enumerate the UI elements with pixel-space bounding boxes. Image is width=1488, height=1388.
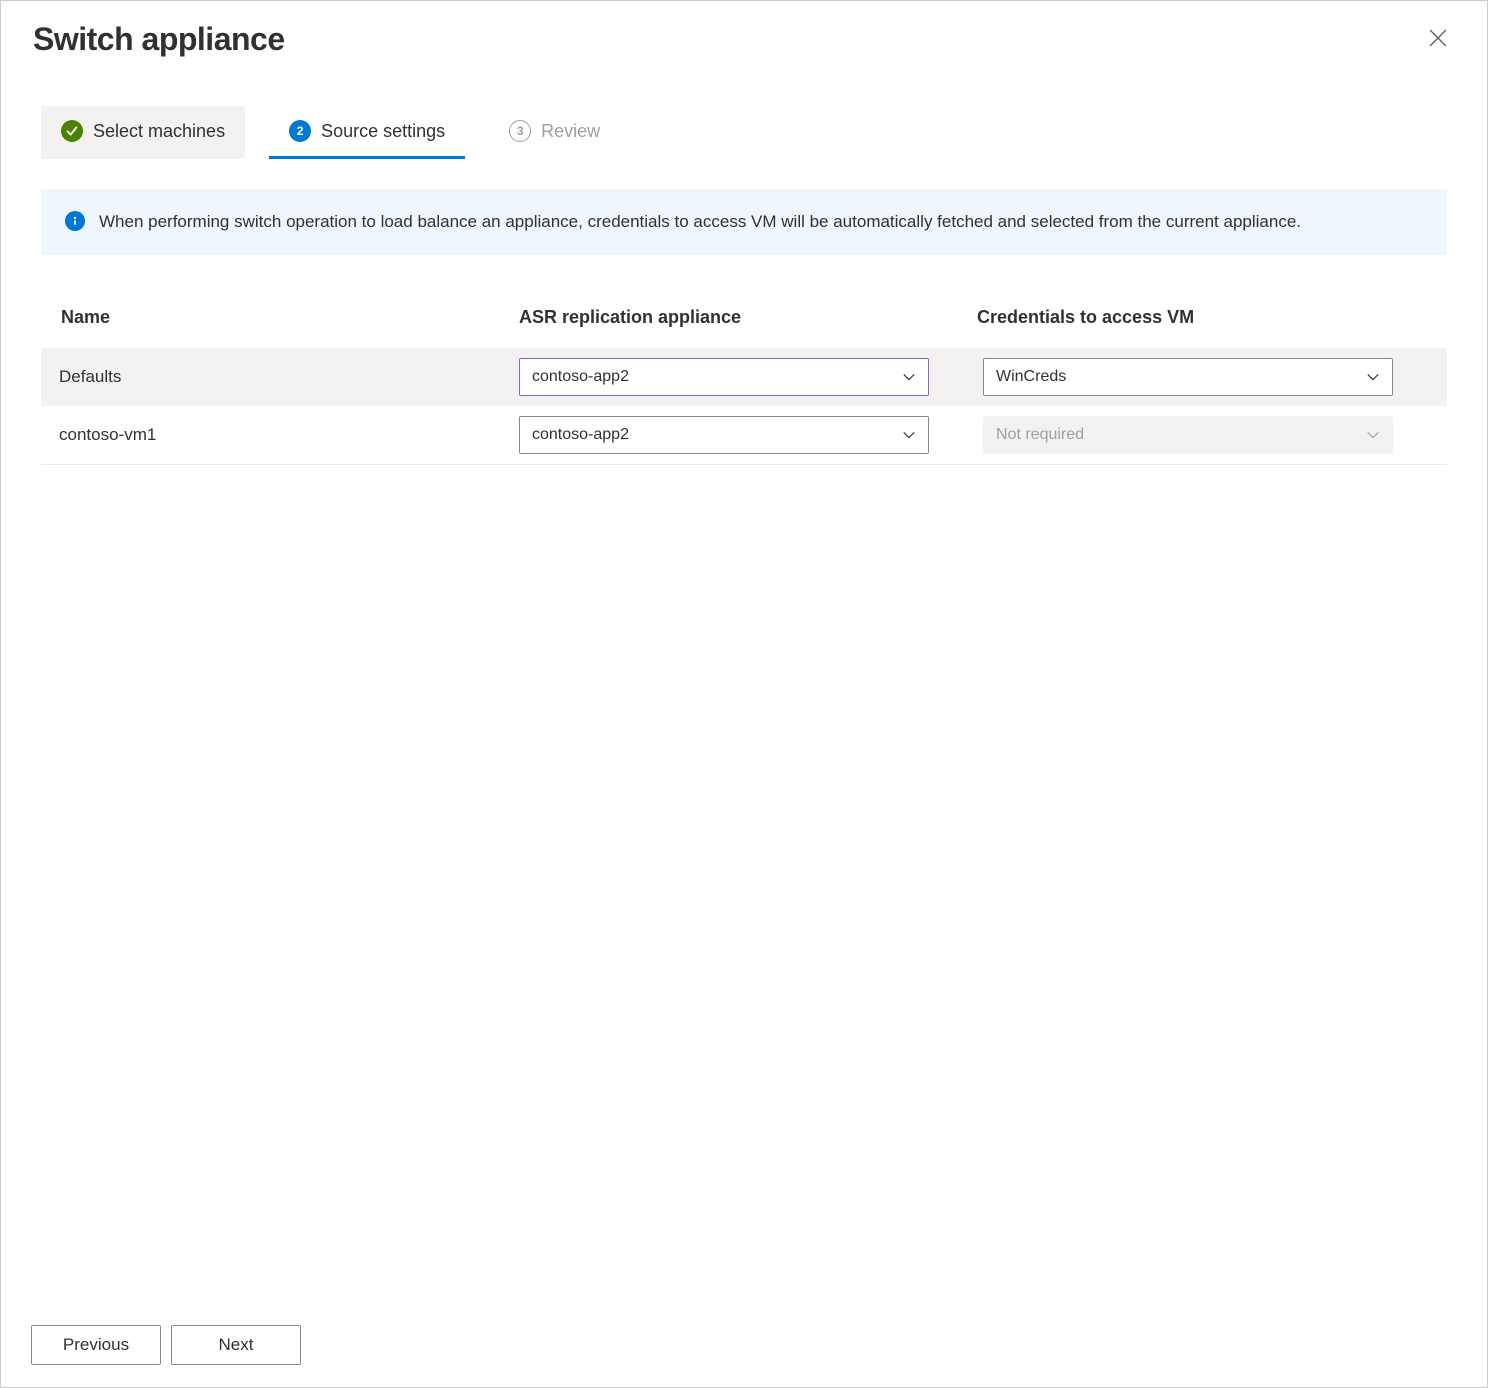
info-banner-text: When performing switch operation to load… xyxy=(99,209,1301,235)
step-label: Select machines xyxy=(93,121,225,142)
wizard-steps: Select machines 2 Source settings 3 Revi… xyxy=(41,106,1447,159)
info-icon xyxy=(65,211,85,231)
previous-button[interactable]: Previous xyxy=(31,1325,161,1365)
chevron-down-icon xyxy=(1366,370,1380,384)
step-label: Source settings xyxy=(321,121,445,142)
table-header-row: Name ASR replication appliance Credentia… xyxy=(41,295,1447,348)
content-area: Select machines 2 Source settings 3 Revi… xyxy=(1,66,1487,1309)
chevron-down-icon xyxy=(902,370,916,384)
config-table: Name ASR replication appliance Credentia… xyxy=(41,295,1447,465)
chevron-down-icon xyxy=(1366,428,1380,442)
switch-appliance-panel: Switch appliance Select machines 2 Sourc… xyxy=(0,0,1488,1388)
info-banner: When performing switch operation to load… xyxy=(41,189,1447,255)
checkmark-icon xyxy=(61,120,83,142)
table-row: contoso-vm1 contoso-app2 Not required xyxy=(41,406,1447,465)
credentials-dropdown[interactable]: WinCreds xyxy=(983,358,1393,396)
step-select-machines[interactable]: Select machines xyxy=(41,106,245,159)
dropdown-value: WinCreds xyxy=(996,368,1066,386)
close-button[interactable] xyxy=(1421,21,1455,55)
credentials-dropdown-disabled: Not required xyxy=(983,416,1393,454)
col-header-name: Name xyxy=(61,307,511,328)
dropdown-value: contoso-app2 xyxy=(532,368,629,386)
appliance-dropdown[interactable]: contoso-app2 xyxy=(519,416,929,454)
appliance-dropdown[interactable]: contoso-app2 xyxy=(519,358,929,396)
step-review[interactable]: 3 Review xyxy=(489,106,620,159)
panel-header: Switch appliance xyxy=(1,1,1487,66)
table-row-defaults: Defaults contoso-app2 WinCreds xyxy=(41,348,1447,406)
step-label: Review xyxy=(541,121,600,142)
row-name: Defaults xyxy=(55,367,511,387)
next-button[interactable]: Next xyxy=(171,1325,301,1365)
row-name: contoso-vm1 xyxy=(55,425,511,445)
step-number-icon: 3 xyxy=(509,120,531,142)
dropdown-value: contoso-app2 xyxy=(532,426,629,444)
col-header-credentials: Credentials to access VM xyxy=(977,307,1427,328)
close-icon xyxy=(1429,29,1447,47)
panel-footer: Previous Next xyxy=(1,1309,1487,1387)
page-title: Switch appliance xyxy=(33,21,285,58)
dropdown-value: Not required xyxy=(996,426,1084,444)
col-header-appliance: ASR replication appliance xyxy=(519,307,969,328)
step-number-icon: 2 xyxy=(289,120,311,142)
step-source-settings[interactable]: 2 Source settings xyxy=(269,106,465,159)
chevron-down-icon xyxy=(902,428,916,442)
